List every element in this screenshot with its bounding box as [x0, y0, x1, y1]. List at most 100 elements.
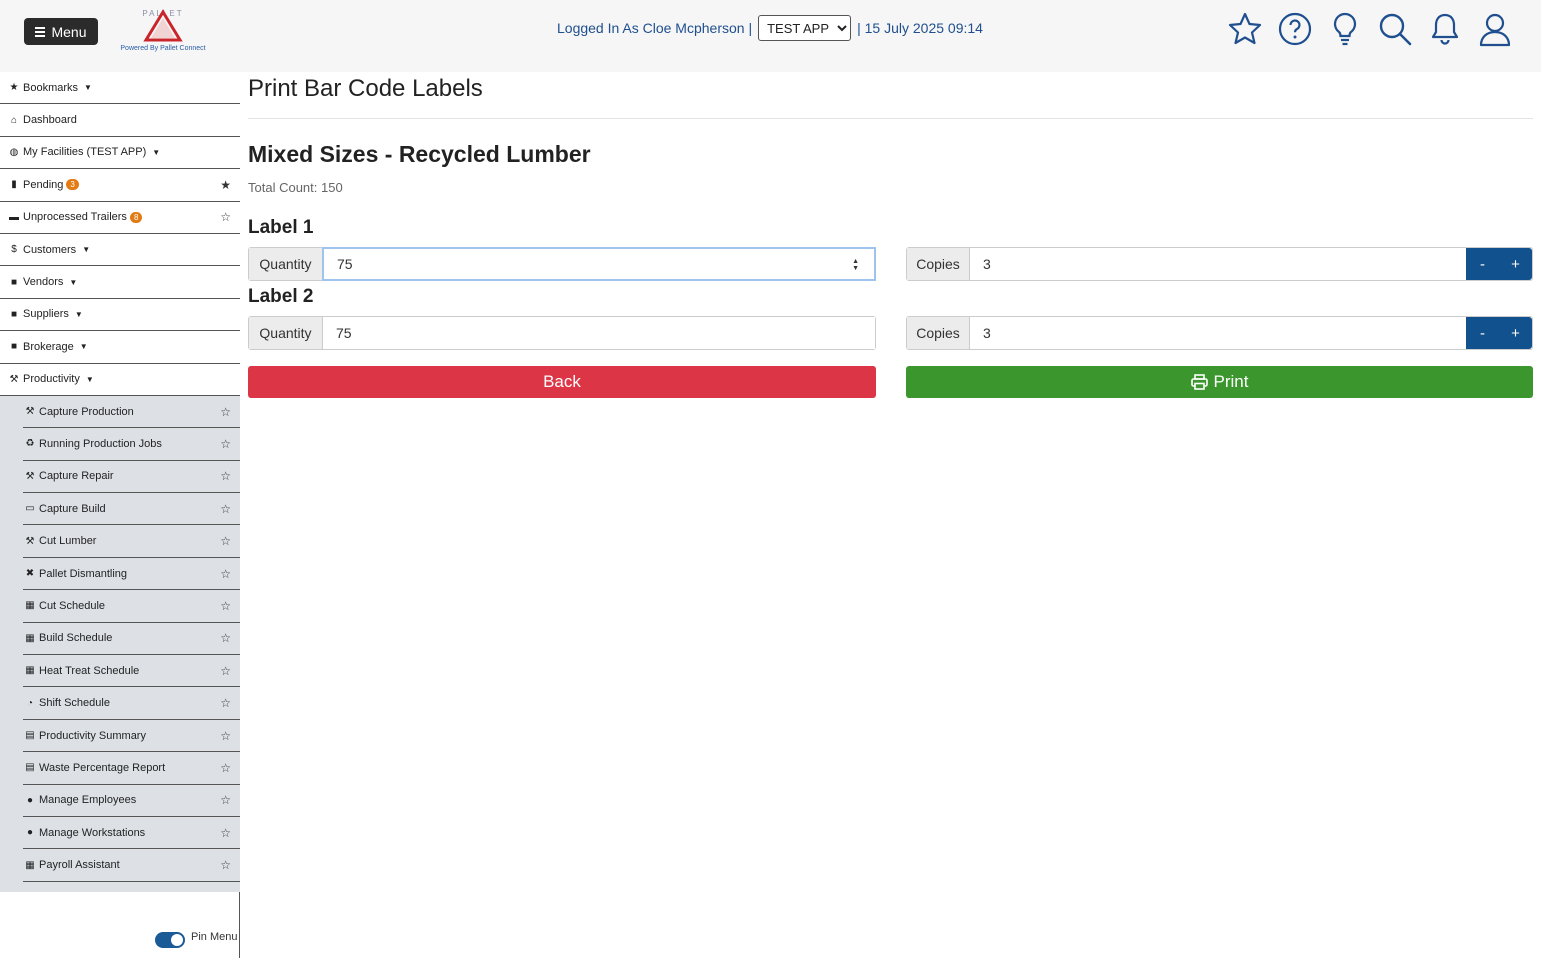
bookmark-star-icon[interactable]: ☆: [220, 437, 231, 451]
sidebar-item-label: My Facilities (TEST APP): [23, 146, 147, 159]
sidebar-item-bookmarks[interactable]: ★ Bookmarks ▼: [0, 72, 240, 105]
label-1-title: Label 1: [248, 217, 314, 238]
bookmark-star-filled-icon[interactable]: ★: [220, 178, 231, 192]
label-2-copies-stepper: - +: [1466, 317, 1532, 349]
sidebar-item-waste-percentage-report[interactable]: ▤ Waste Percentage Report ☆: [23, 752, 240, 785]
bookmark-star-icon[interactable]: ☆: [220, 534, 231, 548]
label-1-copies-decrement-button[interactable]: -: [1466, 248, 1499, 280]
truck-fast-icon: ■: [10, 341, 18, 353]
sidebar-item-label: Cut Lumber: [39, 535, 97, 548]
truck-icon: ■: [10, 276, 18, 288]
bookmark-star-icon[interactable]: ☆: [220, 502, 231, 516]
lightbulb-icon[interactable]: [1327, 10, 1363, 48]
bookmark-star-icon[interactable]: ☆: [220, 599, 231, 613]
sidebar-item-label: Pallet Dismantling: [39, 567, 128, 580]
app-select[interactable]: TEST APP: [758, 15, 852, 41]
label-1-quantity-input[interactable]: 75 ▲ ▼: [322, 247, 876, 281]
page-title: Print Bar Code Labels: [248, 72, 1533, 119]
top-bar: Menu PALLET Powered By Pallet Connect Lo…: [0, 0, 1541, 72]
product-title: Mixed Sizes - Recycled Lumber: [248, 141, 591, 167]
bell-icon[interactable]: [1427, 10, 1463, 48]
label-2-copies-decrement-button[interactable]: -: [1466, 317, 1499, 349]
label-1-copies-increment-button[interactable]: +: [1499, 248, 1532, 280]
sidebar-item-vendors[interactable]: ■ Vendors ▼: [0, 266, 240, 299]
sidebar-item-shift-schedule[interactable]: ◔ Shift Schedule ☆: [23, 687, 240, 720]
sidebar-item-label: Running Production Jobs: [39, 437, 162, 450]
label-2-copies-input[interactable]: 3: [970, 317, 1466, 349]
print-button[interactable]: Print: [906, 366, 1533, 398]
sidebar-item-manage-employees[interactable]: ● Manage Employees ☆: [23, 785, 240, 817]
bookmark-star-icon[interactable]: ☆: [220, 631, 231, 645]
bookmark-star-icon[interactable]: ☆: [220, 210, 231, 224]
datetime-text: | 15 July 2025 09:14: [857, 20, 983, 36]
sidebar-item-label: Unprocessed Trailers: [23, 211, 127, 224]
menu-button-label: Menu: [51, 23, 87, 40]
sidebar-item-payroll-assistant[interactable]: ▦ Payroll Assistant ☆: [23, 849, 240, 882]
label-2-quantity-group: Quantity 75: [248, 316, 876, 350]
pin-menu-toggle[interactable]: [155, 932, 185, 948]
help-icon[interactable]: [1277, 10, 1313, 48]
sidebar-item-dashboard[interactable]: ⌂ Dashboard: [0, 104, 240, 137]
sidebar-item-cut-lumber[interactable]: ⚒ Cut Lumber ☆: [23, 525, 240, 558]
sidebar-item-label: Capture Production: [39, 405, 134, 418]
search-icon[interactable]: [1377, 10, 1413, 48]
sidebar-item-label: Productivity: [23, 373, 80, 386]
calendar-grid-icon: ▦: [25, 859, 35, 871]
sidebar-item-label: Manage Workstations: [39, 826, 146, 839]
sidebar-item-label: Brokerage: [23, 340, 74, 353]
spinner-arrows-icon[interactable]: ▲ ▼: [852, 258, 859, 272]
sidebar-item-label: Dashboard: [23, 114, 77, 127]
sidebar-item-pending[interactable]: ▮ Pending 3 ★: [0, 169, 240, 202]
session-status: Logged In As Cloe Mcpherson | TEST APP |…: [557, 14, 983, 42]
star-icon[interactable]: [1227, 10, 1263, 48]
label-2-quantity-input[interactable]: 75: [323, 317, 875, 349]
sidebar-item-customers[interactable]: $ Customers ▼: [0, 233, 240, 267]
action-buttons: Back Print: [248, 366, 1533, 398]
label-2-copies-increment-button[interactable]: +: [1499, 317, 1532, 349]
caret-down-icon: ▼: [74, 309, 83, 319]
dollar-icon: $: [11, 244, 17, 256]
sidebar-item-label: Shift Schedule: [39, 697, 110, 710]
pallet-icon: ▭: [25, 503, 35, 515]
bookmark-star-icon[interactable]: ☆: [220, 405, 231, 419]
caret-down-icon: ▼: [82, 245, 91, 255]
sidebar-item-label: Pending: [23, 178, 64, 191]
sidebar-item-build-schedule[interactable]: ▦ Build Schedule ☆: [23, 623, 240, 656]
bookmark-star-icon[interactable]: ☆: [220, 567, 231, 581]
bookmark-star-icon[interactable]: ☆: [220, 664, 231, 678]
back-button[interactable]: Back: [248, 366, 876, 398]
sidebar-item-heat-treat-schedule[interactable]: ▦ Heat Treat Schedule ☆: [23, 655, 240, 688]
bookmark-star-icon[interactable]: ☆: [220, 793, 231, 807]
bookmark-star-icon[interactable]: ☆: [220, 858, 231, 872]
sidebar-item-productivity[interactable]: ⚒ Productivity ▼: [0, 363, 240, 396]
sidebar-item-cut-schedule[interactable]: ▦ Cut Schedule ☆: [23, 590, 240, 623]
sidebar-item-capture-build[interactable]: ▭ Capture Build ☆: [23, 493, 240, 526]
sidebar-item-running-production-jobs[interactable]: ♻ Running Production Jobs ☆: [23, 428, 240, 461]
main-content: Print Bar Code Labels Mixed Sizes - Recy…: [248, 72, 1533, 398]
bookmark-star-icon[interactable]: ☆: [220, 696, 231, 710]
sidebar: ★ Bookmarks ▼ ⌂ Dashboard ◍ My Facilitie…: [0, 72, 240, 892]
user-icon[interactable]: [1477, 10, 1513, 48]
menu-button[interactable]: Menu: [24, 18, 98, 45]
sidebar-item-capture-repair[interactable]: ⚒ Capture Repair ☆: [23, 461, 240, 494]
bookmark-star-icon[interactable]: ☆: [220, 729, 231, 743]
quantity-value: 75: [336, 325, 352, 341]
sidebar-item-manage-workstations[interactable]: ● Manage Workstations ☆: [23, 817, 240, 850]
copies-value: 3: [983, 325, 991, 341]
sidebar-item-partial[interactable]: [23, 882, 240, 892]
pin-menu-label: Pin Menu: [191, 931, 238, 943]
label-1-copies-input[interactable]: 3: [970, 248, 1466, 280]
sidebar-item-unprocessed-trailers[interactable]: ▬ Unprocessed Trailers 8 ☆: [0, 201, 240, 234]
sidebar-item-my-facilities[interactable]: ◍ My Facilities (TEST APP) ▼: [0, 136, 240, 170]
bookmark-star-icon[interactable]: ☆: [220, 826, 231, 840]
sidebar-item-capture-production[interactable]: ⚒ Capture Production ☆: [23, 396, 240, 429]
bookmark-star-icon[interactable]: ☆: [220, 761, 231, 775]
caret-down-icon: ▼: [152, 147, 161, 157]
sidebar-item-brokerage[interactable]: ■ Brokerage ▼: [0, 331, 240, 364]
sidebar-item-productivity-summary[interactable]: ▤ Productivity Summary ☆: [23, 720, 240, 753]
bookmark-star-icon[interactable]: ☆: [220, 469, 231, 483]
sidebar-item-pallet-dismantling[interactable]: ✖ Pallet Dismantling ☆: [23, 558, 240, 591]
table-icon: ▤: [25, 762, 35, 774]
hammer-icon: ⚒: [25, 470, 35, 482]
sidebar-item-suppliers[interactable]: ■ Suppliers ▼: [0, 298, 240, 332]
